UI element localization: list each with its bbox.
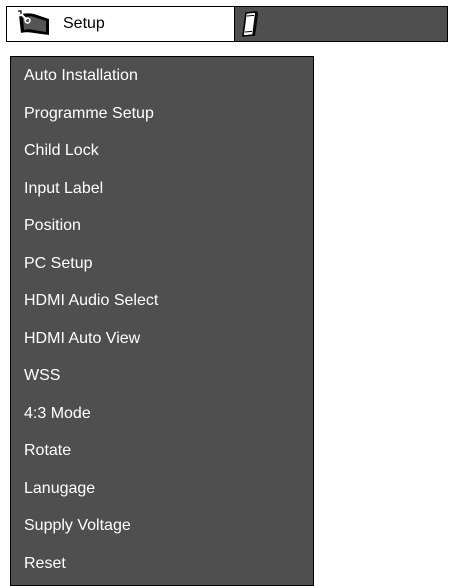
tab-setup[interactable]: Setup xyxy=(7,7,235,41)
menu-item-language[interactable]: Lanugage xyxy=(11,470,313,507)
menu-item-input-label[interactable]: Input Label xyxy=(11,170,313,207)
setup-menu: Auto Installation Programme Setup Child … xyxy=(10,56,314,586)
notepad-icon xyxy=(241,10,259,38)
menu-item-supply-voltage[interactable]: Supply Voltage xyxy=(11,507,313,544)
menu-item-auto-installation[interactable]: Auto Installation xyxy=(11,57,313,94)
menu-item-position[interactable]: Position xyxy=(11,207,313,244)
menu-tab-bar: Setup xyxy=(6,6,448,42)
menu-item-pc-setup[interactable]: PC Setup xyxy=(11,245,313,282)
menu-item-reset[interactable]: Reset xyxy=(11,545,313,582)
tab-setup-label: Setup xyxy=(63,15,105,32)
wrench-tv-icon xyxy=(16,9,51,38)
menu-item-rotate[interactable]: Rotate xyxy=(11,432,313,469)
menu-item-4-3-mode[interactable]: 4:3 Mode xyxy=(11,395,313,432)
tab-notepad[interactable] xyxy=(235,7,265,41)
menu-item-wss[interactable]: WSS xyxy=(11,357,313,394)
menu-item-programme-setup[interactable]: Programme Setup xyxy=(11,95,313,132)
menu-item-hdmi-auto-view[interactable]: HDMI Auto View xyxy=(11,320,313,357)
menu-item-hdmi-audio-select[interactable]: HDMI Audio Select xyxy=(11,282,313,319)
menu-item-child-lock[interactable]: Child Lock xyxy=(11,132,313,169)
